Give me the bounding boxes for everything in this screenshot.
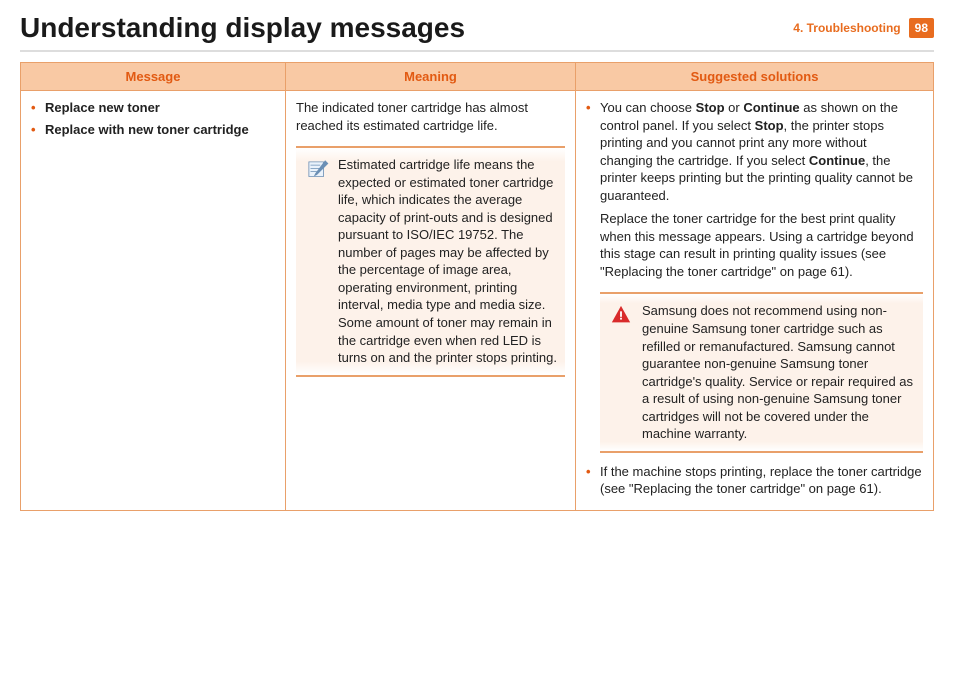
col-header-message: Message	[21, 63, 286, 91]
warning-icon	[608, 302, 634, 442]
section-label: 4. Troubleshooting	[793, 21, 900, 35]
solution-paragraph: You can choose Stop or Continue as shown…	[600, 99, 923, 204]
meaning-text: The indicated toner cartridge has almost…	[296, 99, 565, 134]
messages-table: Message Meaning Suggested solutions Repl…	[20, 62, 934, 511]
solution-paragraph: Replace the toner cartridge for the best…	[600, 210, 923, 280]
page-header: Understanding display messages 4. Troubl…	[20, 12, 934, 52]
note-icon	[304, 156, 330, 367]
warning-text: Samsung does not recommend using non-gen…	[642, 302, 915, 442]
cell-message: Replace new toner Replace with new toner…	[21, 91, 286, 511]
warning-callout: Samsung does not recommend using non-gen…	[600, 292, 923, 452]
col-header-solutions: Suggested solutions	[576, 63, 934, 91]
note-callout: Estimated cartridge life means the expec…	[296, 146, 565, 377]
page-title: Understanding display messages	[20, 12, 465, 44]
breadcrumb: 4. Troubleshooting 98	[793, 18, 934, 38]
cell-meaning: The indicated toner cartridge has almost…	[286, 91, 576, 511]
message-item: Replace new toner	[31, 99, 275, 117]
col-header-meaning: Meaning	[286, 63, 576, 91]
solution-item: If the machine stops printing, replace t…	[586, 463, 923, 498]
page-number-badge: 98	[909, 18, 934, 38]
table-row: Replace new toner Replace with new toner…	[21, 91, 934, 511]
cell-solutions: You can choose Stop or Continue as shown…	[576, 91, 934, 511]
note-text: Estimated cartridge life means the expec…	[338, 156, 557, 367]
message-item: Replace with new toner cartridge	[31, 121, 275, 139]
solution-item: You can choose Stop or Continue as shown…	[586, 99, 923, 453]
